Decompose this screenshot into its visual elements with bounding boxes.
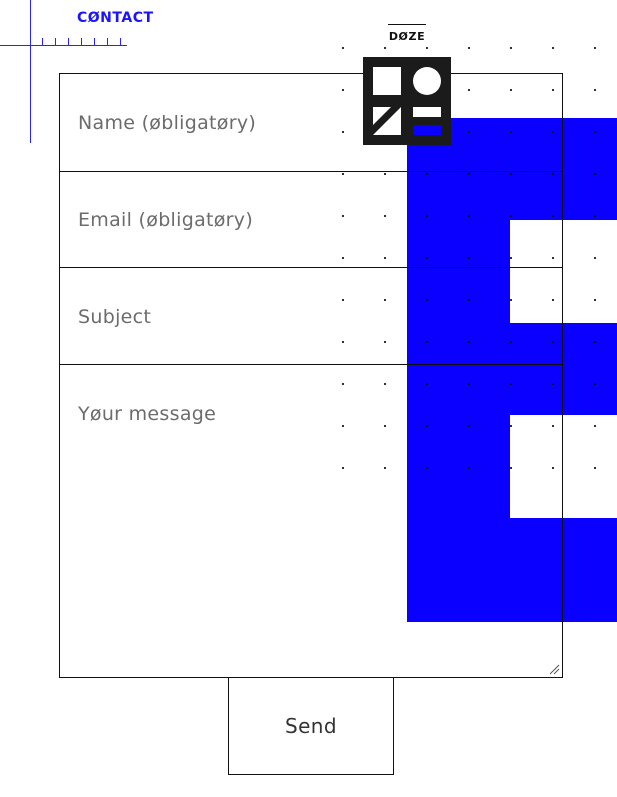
page-title[interactable]: CØNTACT (77, 10, 154, 26)
decor-tick (68, 38, 69, 46)
resize-handle-icon[interactable] (548, 663, 560, 675)
send-button[interactable]: Send (228, 677, 394, 775)
message-placeholder: Yøur message (78, 403, 217, 425)
logo-mark-icon (373, 67, 441, 135)
subject-placeholder: Subject (78, 306, 152, 328)
email-field[interactable]: Email (øbligatøry) (60, 171, 562, 268)
contact-form: Name (øbligatøry) Email (øbligatøry) Sub… (59, 73, 563, 678)
name-placeholder: Name (øbligatøry) (78, 112, 257, 134)
decor-tick (94, 38, 95, 46)
email-placeholder: Email (øbligatøry) (78, 209, 254, 231)
message-field[interactable]: Yøur message (60, 365, 562, 677)
brand-name[interactable]: DØZE (388, 24, 426, 43)
decor-tick (107, 38, 108, 46)
decor-tick (120, 38, 121, 46)
brand-logo[interactable] (363, 57, 451, 145)
decor-tick (55, 38, 56, 46)
decor-tick (42, 38, 43, 46)
decor-vertical-line (30, 0, 31, 143)
decor-tick (81, 38, 82, 46)
name-field[interactable]: Name (øbligatøry) (60, 74, 562, 172)
subject-field[interactable]: Subject (60, 268, 562, 365)
